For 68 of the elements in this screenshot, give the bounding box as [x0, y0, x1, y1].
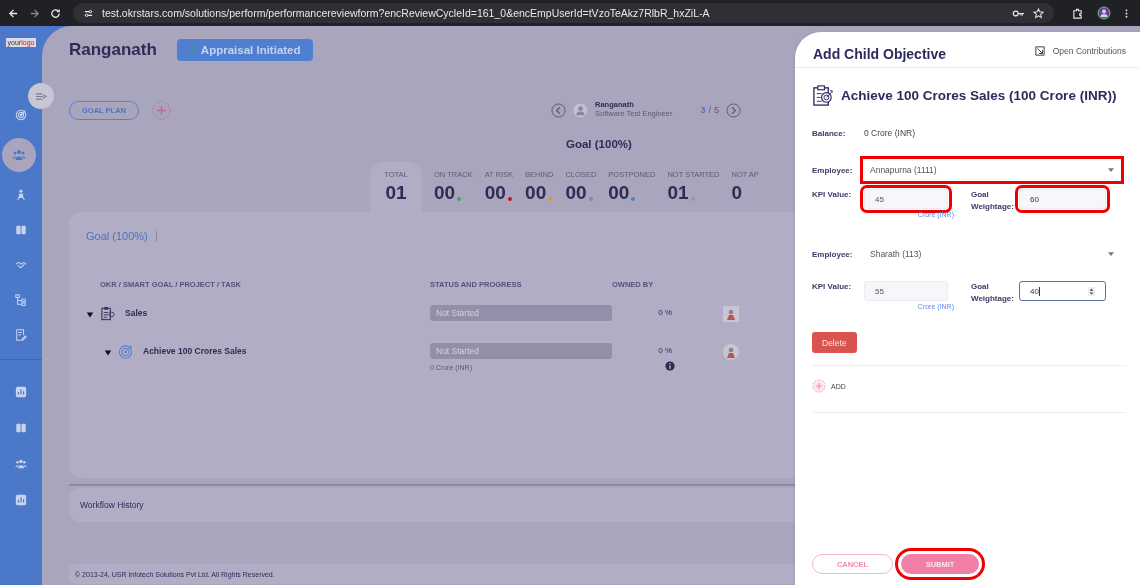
target-icon: [118, 344, 133, 359]
url-text: test.okrstars.com/solutions/perform/performancereviewform?encReviewCycleId=161_0&encEmpUserId=tVzoTeAkz7RlbR_hxZiL-A: [102, 7, 710, 19]
add-icon[interactable]: [152, 100, 172, 120]
goal-heading: Goal (100%): [566, 138, 632, 150]
target-icon[interactable]: [15, 109, 27, 121]
employee-select[interactable]: Annapurna (1111): [864, 160, 1120, 180]
objective-title: Achieve 100 Crores Sales (100 Crore (INR)): [841, 88, 1117, 103]
collapse-sidebar-button[interactable]: [28, 83, 54, 109]
document-edit-icon[interactable]: [15, 329, 27, 341]
clipboard-target-icon: [812, 84, 835, 107]
kpi-value-input[interactable]: 55: [864, 281, 948, 301]
avatar-icon: [573, 102, 589, 118]
reload-icon[interactable]: [50, 7, 61, 19]
add-icon[interactable]: [812, 379, 826, 393]
balance-value: 0 Crore (INR): [864, 128, 915, 138]
field-label: Goal Weightage:: [971, 281, 1015, 305]
extensions-icon[interactable]: [1072, 7, 1083, 19]
team-icon[interactable]: [15, 458, 27, 470]
book-icon[interactable]: [15, 422, 27, 434]
owner-avatar-icon: [723, 306, 739, 322]
field-label: Employee:: [812, 249, 854, 259]
goal-weightage-input[interactable]: 40: [1019, 281, 1106, 301]
field-label: Employee:: [812, 165, 854, 175]
next-employee-button[interactable]: [726, 102, 741, 118]
goal-title[interactable]: Achieve 100 Crores Sales: [143, 346, 247, 356]
page-current: 3: [700, 105, 706, 115]
hierarchy-icon[interactable]: [15, 294, 27, 306]
delete-button[interactable]: Delete: [812, 332, 857, 353]
field-label: Goal Weightage:: [971, 189, 1015, 213]
arrow-icon: [188, 45, 197, 55]
caret-icon: [1108, 252, 1114, 256]
field-label: Balance:: [812, 128, 847, 138]
employee-name: Ranganath: [69, 40, 157, 60]
clipboard-icon: [100, 306, 115, 321]
progress-status: Not Started: [436, 346, 479, 356]
spinner-icon[interactable]: [1088, 286, 1095, 296]
progress-status: Not Started: [436, 308, 479, 318]
open-contributions-link[interactable]: Open Contributions: [1034, 46, 1126, 67]
page-total: 5: [713, 105, 719, 115]
forward-icon[interactable]: [29, 7, 40, 19]
back-icon[interactable]: [8, 7, 19, 19]
field-label: KPI Value:: [812, 281, 852, 293]
goal-title[interactable]: Sales: [125, 308, 148, 318]
owner-avatar-icon: [723, 344, 739, 360]
field-label: KPI Value:: [812, 189, 852, 201]
chart-icon[interactable]: [15, 494, 27, 506]
progress-percent: 0 %: [658, 346, 672, 355]
progress-percent: 0 %: [658, 308, 672, 317]
collapse-icon: [34, 91, 48, 101]
chart-icon[interactable]: [15, 386, 27, 398]
page-separator: /: [708, 105, 711, 115]
employee-select[interactable]: Sharath (113): [864, 244, 1120, 264]
caret-icon: [1108, 168, 1114, 172]
address-bar[interactable]: test.okrstars.com/solutions/perform/performancereviewform?encReviewCycleId=161_0&encEmpUserId=tVzoTeAkz7RlbR_hxZiL-A: [73, 3, 1054, 23]
expand-caret-icon[interactable]: [104, 349, 112, 357]
info-icon[interactable]: [665, 361, 675, 371]
previous-employee-button[interactable]: [551, 102, 567, 118]
workflow-history-heading[interactable]: Workflow History: [80, 500, 144, 510]
key-icon[interactable]: [1012, 7, 1025, 19]
expand-icon: [1034, 46, 1045, 56]
team-icon[interactable]: [2, 138, 36, 172]
book-icon[interactable]: [15, 224, 27, 236]
expand-caret-icon[interactable]: [86, 311, 94, 319]
profile-avatar-icon[interactable]: [1097, 6, 1111, 20]
person-icon[interactable]: [15, 189, 27, 201]
drawer-title: Add Child Objective: [813, 46, 946, 64]
star-icon[interactable]: [1033, 7, 1044, 19]
site-settings-icon[interactable]: [83, 7, 94, 19]
